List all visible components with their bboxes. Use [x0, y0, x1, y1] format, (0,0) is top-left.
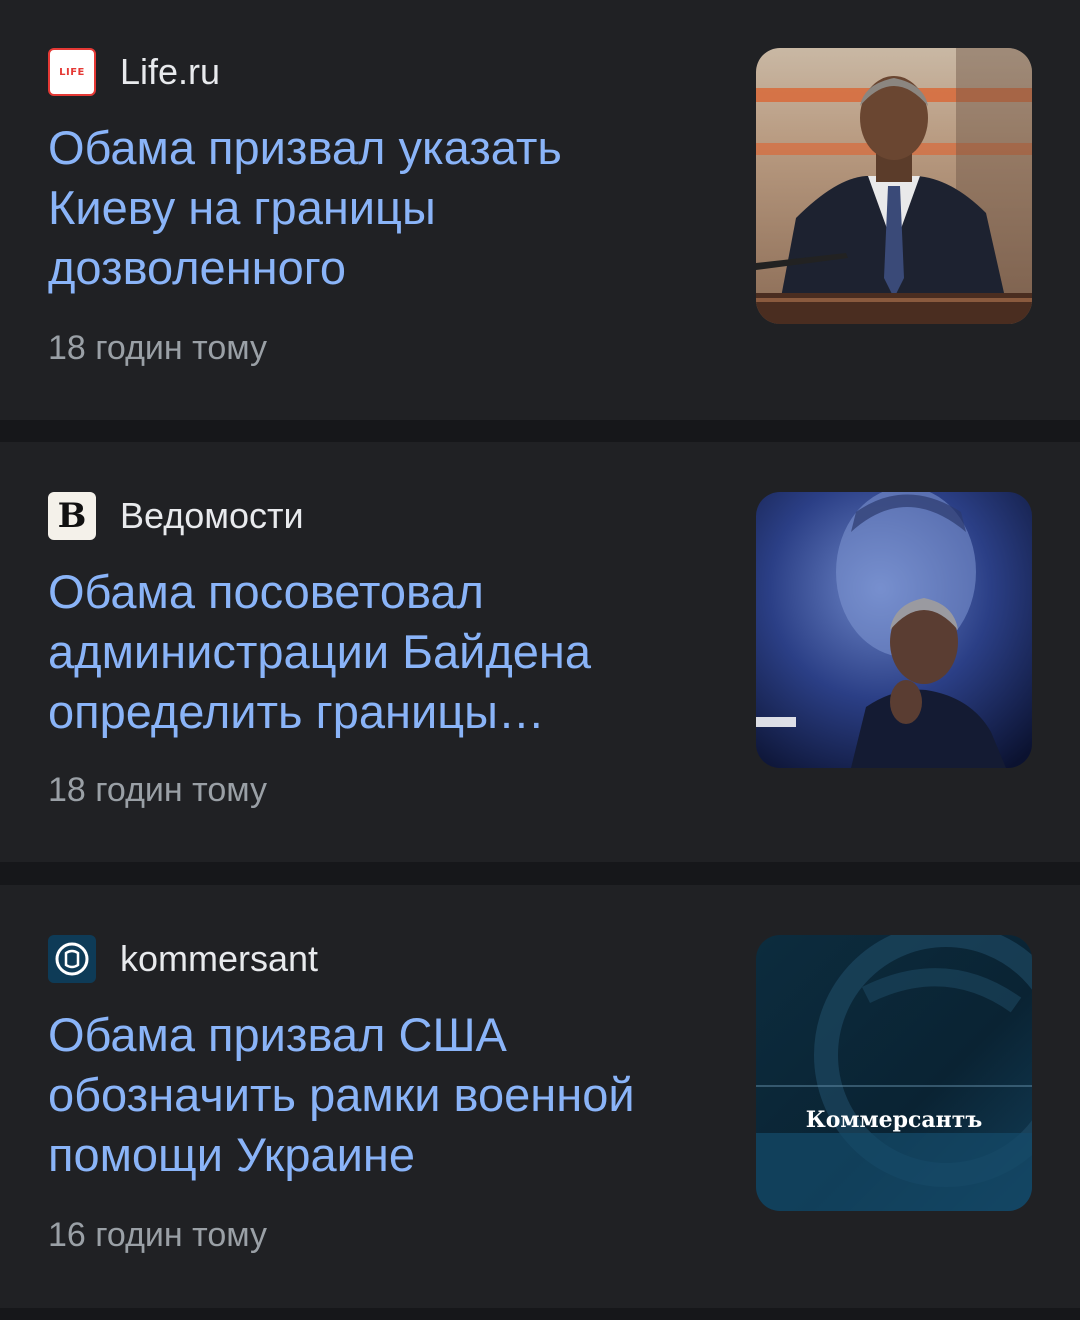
thumbnail-image[interactable] — [756, 492, 1032, 768]
headline-link[interactable]: Обама призвал указать Киеву на границы д… — [48, 118, 688, 298]
kommersant-branded-image: Коммерсантъ — [756, 935, 1032, 1211]
timestamp: 16 годин тому — [48, 1216, 267, 1254]
source-row: В Ведомости — [48, 492, 304, 540]
source-name: Life.ru — [120, 51, 221, 92]
headline-link[interactable]: Обама посоветовал администрации Байдена … — [48, 562, 688, 742]
thumbnail-image[interactable] — [756, 48, 1032, 324]
vedomosti-logo-icon: В — [48, 492, 96, 540]
news-card-life[interactable]: LIFE Life.ru Обама призвал указать Киеву… — [0, 0, 1080, 420]
news-card-kommersant[interactable]: kommersant Обама призвал США обозначить … — [0, 885, 1080, 1308]
source-name: Ведомости — [120, 495, 304, 536]
timestamp: 18 годин тому — [48, 771, 267, 809]
source-row: kommersant — [48, 935, 318, 983]
source-name: kommersant — [120, 938, 319, 979]
headline-link[interactable]: Обама призвал США обозначить рамки военн… — [48, 1005, 688, 1185]
news-card-vedomosti[interactable]: В Ведомости Обама посоветовал администра… — [0, 442, 1080, 862]
source-row: LIFE Life.ru — [48, 48, 220, 96]
obama-at-podium-photo — [756, 48, 1032, 324]
life-ru-logo-icon: LIFE — [48, 48, 96, 96]
kommersant-logo-icon — [48, 935, 96, 983]
thumbnail-image[interactable]: Коммерсантъ — [756, 935, 1032, 1211]
timestamp: 18 годин тому — [48, 329, 267, 367]
svg-text:Коммерсантъ: Коммерсантъ — [806, 1107, 983, 1133]
obama-on-stage-blue-photo — [756, 492, 1032, 768]
